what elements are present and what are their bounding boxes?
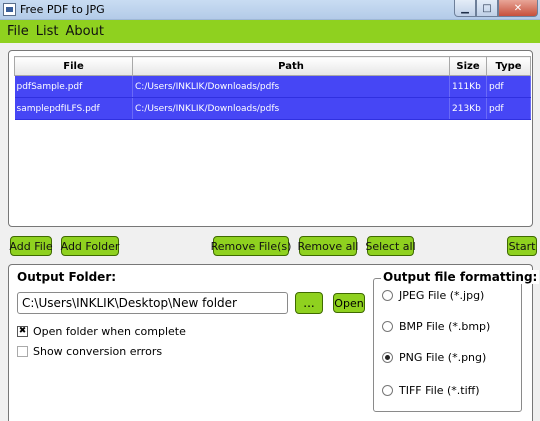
format-option-bmp[interactable]: BMP File (*.bmp) <box>382 320 490 333</box>
file-name-cell: samplepdfILFS.pdf <box>14 97 133 120</box>
start-button[interactable]: Start <box>507 236 537 256</box>
menu-file[interactable]: File <box>7 24 29 39</box>
format-option-tiff[interactable]: TIFF File (*.tiff) <box>382 384 480 397</box>
file-size-cell: 111Kb <box>449 75 487 98</box>
menu-list[interactable]: List <box>36 24 59 39</box>
column-header-file[interactable]: File <box>14 56 133 76</box>
file-path-cell: C:/Users/INKLIK/Downloads/pdfs <box>132 75 450 98</box>
png-label: PNG File (*.png) <box>399 351 487 364</box>
jpeg-radio[interactable] <box>382 290 393 301</box>
column-header-size[interactable]: Size <box>449 56 487 76</box>
tiff-radio[interactable] <box>382 385 393 396</box>
file-path-cell: C:/Users/INKLIK/Downloads/pdfs <box>132 97 450 120</box>
output-folder-input[interactable] <box>17 292 288 314</box>
tiff-label: TIFF File (*.tiff) <box>399 384 480 397</box>
bmp-label: BMP File (*.bmp) <box>399 320 491 333</box>
file-size-cell: 213Kb <box>449 97 487 120</box>
menu-bar: File List About <box>0 20 540 43</box>
app-icon <box>3 3 16 16</box>
output-format-title: Output file formatting: <box>381 270 540 284</box>
close-button[interactable]: ✕ <box>498 0 538 17</box>
window-controls: ▁ □ ✕ <box>454 0 538 18</box>
title-bar: Free PDF to JPG ▁ □ ✕ <box>0 0 540 20</box>
maximize-button[interactable]: □ <box>476 0 498 17</box>
file-table: File Path Size Type pdfSample.pdf C:/Use… <box>14 56 531 120</box>
table-header-row: File Path Size Type <box>14 56 531 76</box>
table-row[interactable]: pdfSample.pdf C:/Users/INKLIK/Downloads/… <box>14 75 531 98</box>
open-when-complete-label: Open folder when complete <box>33 325 186 338</box>
menu-about[interactable]: About <box>66 24 104 39</box>
file-name-cell: pdfSample.pdf <box>14 75 133 98</box>
open-when-complete-checkbox[interactable] <box>17 326 28 337</box>
close-icon: ✕ <box>513 2 523 14</box>
png-radio[interactable] <box>382 352 393 363</box>
remove-files-button[interactable]: Remove File(s) <box>211 236 291 256</box>
column-header-path[interactable]: Path <box>132 56 450 76</box>
bmp-radio[interactable] <box>382 321 393 332</box>
file-type-cell: pdf <box>486 97 531 120</box>
browse-folder-button[interactable]: ... <box>295 292 323 314</box>
output-folder-label: Output Folder: <box>17 270 117 284</box>
show-errors-option[interactable]: Show conversion errors <box>17 345 162 358</box>
add-file-button[interactable]: Add File <box>9 236 53 256</box>
maximize-icon: □ <box>482 2 492 14</box>
add-folder-button[interactable]: Add Folder <box>61 236 119 256</box>
minimize-button[interactable]: ▁ <box>454 0 476 17</box>
format-option-jpeg[interactable]: JPEG File (*.jpg) <box>382 289 484 302</box>
file-type-cell: pdf <box>486 75 531 98</box>
window-title: Free PDF to JPG <box>20 3 105 16</box>
select-all-button[interactable]: Select all <box>365 236 416 256</box>
show-errors-checkbox[interactable] <box>17 346 28 357</box>
open-when-complete-option[interactable]: Open folder when complete <box>17 325 186 338</box>
jpeg-label: JPEG File (*.jpg) <box>399 289 485 302</box>
column-header-type[interactable]: Type <box>486 56 531 76</box>
format-option-png[interactable]: PNG File (*.png) <box>382 351 486 364</box>
show-errors-label: Show conversion errors <box>33 345 163 358</box>
open-folder-button[interactable]: Open <box>333 293 365 313</box>
minimize-icon: ▁ <box>461 2 469 14</box>
table-row[interactable]: samplepdfILFS.pdf C:/Users/INKLIK/Downlo… <box>14 97 531 120</box>
remove-all-button[interactable]: Remove all <box>298 236 359 256</box>
